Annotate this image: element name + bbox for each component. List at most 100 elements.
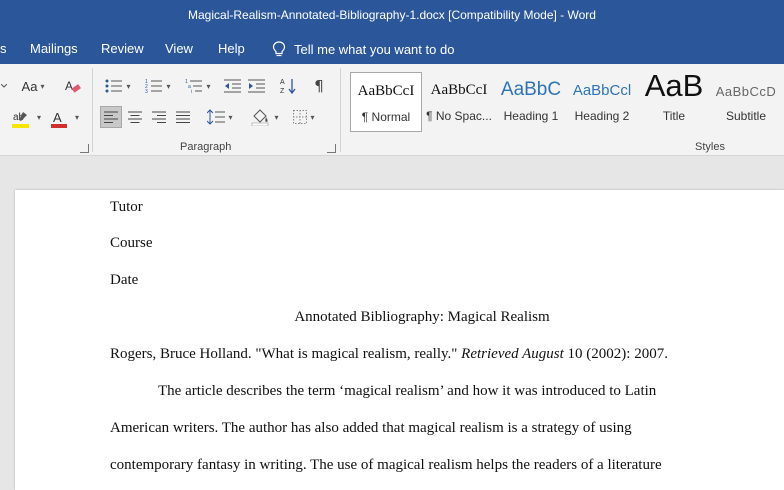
chevron-down-icon: ▾ <box>40 81 45 91</box>
sort-az-icon: A Z <box>280 79 296 95</box>
bullet-list-icon <box>105 79 123 93</box>
window-title: Magical-Realism-Annotated-Bibliography-1… <box>188 8 596 22</box>
doc-citation[interactable]: Rogers, Bruce Holland. "What is magical … <box>110 346 668 363</box>
multilevel-list-button[interactable]: 1 a i ▾ <box>180 76 216 96</box>
doc-heading[interactable]: Annotated Bibliography: Magical Realism <box>15 309 784 326</box>
citation-journal: Retrieved August <box>461 346 564 362</box>
highlighter-icon: ab <box>12 112 29 128</box>
tab-partial[interactable]: s <box>0 41 7 56</box>
svg-text:Z: Z <box>280 88 285 95</box>
font-color-button[interactable]: A <box>48 108 70 130</box>
citation-volume: 10 (2002): 2007. <box>563 346 668 362</box>
font-size-dropdown[interactable] <box>0 78 8 94</box>
decrease-indent-icon <box>224 79 241 93</box>
doc-paragraph-line[interactable]: contemporary fantasy in writing. The use… <box>110 457 662 474</box>
sort-button[interactable]: A Z <box>278 76 300 96</box>
style-label: ¶ Normal <box>361 110 411 124</box>
style-normal[interactable]: AaBbCcI ¶ Normal <box>350 72 422 132</box>
paragraph-group-label: Paragraph <box>180 141 232 153</box>
font-color-icon: A <box>51 110 67 128</box>
text-highlight-button[interactable]: ab <box>8 108 34 130</box>
svg-text:3: 3 <box>145 89 148 94</box>
borders-icon <box>293 110 308 124</box>
chevron-down-icon: ▾ <box>166 81 171 91</box>
paint-bucket-icon <box>252 109 269 126</box>
style-no-spacing[interactable]: AaBbCcI ¶ No Spac... <box>423 72 495 132</box>
line-spacing-icon <box>207 109 226 125</box>
doc-line-tutor[interactable]: Tutor <box>110 199 143 216</box>
title-bar: Magical-Realism-Annotated-Bibliography-1… <box>0 0 784 34</box>
numbering-button[interactable]: 1 2 3 ▾ <box>140 76 176 96</box>
line-spacing-button[interactable]: ▾ <box>204 106 236 128</box>
change-case-button[interactable]: Aa ▾ <box>18 76 48 96</box>
align-center-icon <box>128 111 142 123</box>
svg-text:A: A <box>280 79 285 86</box>
show-hide-marks-button[interactable]: ¶ <box>308 76 330 96</box>
style-heading-2[interactable]: AaBbCcl Heading 2 <box>567 72 637 132</box>
shading-button[interactable]: ▾ <box>248 106 282 128</box>
font-dialog-launcher[interactable] <box>80 144 89 153</box>
justify-button[interactable] <box>172 106 194 128</box>
style-subtitle[interactable]: AaBbCcD Subtitle <box>711 72 781 132</box>
style-sample: AaBbCcD <box>715 84 777 99</box>
align-left-icon <box>104 111 118 123</box>
clear-formatting-icon: A <box>65 79 81 93</box>
bullets-button[interactable]: ▾ <box>100 76 136 96</box>
increase-indent-button[interactable] <box>246 76 268 96</box>
lightbulb-icon <box>272 41 286 57</box>
citation-author-title: Rogers, Bruce Holland. "What is magical … <box>110 346 462 362</box>
document-page[interactable]: Tutor Course Date Annotated Bibliography… <box>15 190 784 490</box>
chevron-down-icon: ▾ <box>310 112 315 122</box>
svg-text:A: A <box>65 79 73 93</box>
chevron-down-icon[interactable]: ▾ <box>75 113 79 122</box>
style-sample: AaBbCcI <box>357 83 415 99</box>
paragraph-dialog-launcher[interactable] <box>327 144 336 153</box>
tell-me-text: Tell me what you want to do <box>294 41 455 57</box>
align-left-button[interactable] <box>100 106 122 128</box>
chevron-down-icon[interactable]: ▾ <box>37 113 41 122</box>
align-right-icon <box>152 111 166 123</box>
multilevel-list-icon: 1 a i <box>185 79 203 94</box>
justify-icon <box>176 111 190 123</box>
style-label: Title <box>662 109 686 123</box>
tab-help[interactable]: Help <box>218 41 245 56</box>
styles-group-label: Styles <box>695 141 725 153</box>
style-heading-1[interactable]: AaBbC Heading 1 <box>496 72 566 132</box>
align-right-button[interactable] <box>148 106 170 128</box>
doc-line-date[interactable]: Date <box>110 272 138 289</box>
style-label: Heading 1 <box>503 109 559 123</box>
decrease-indent-button[interactable] <box>222 76 244 96</box>
style-title[interactable]: AaB Title <box>638 68 710 132</box>
ribbon-separator <box>340 68 341 152</box>
chevron-down-icon: ▾ <box>126 81 131 91</box>
clear-formatting-button[interactable]: A <box>62 76 84 96</box>
numbered-list-icon: 1 2 3 <box>145 79 163 94</box>
document-area[interactable]: Tutor Course Date Annotated Bibliography… <box>0 157 784 490</box>
chevron-down-icon: ▾ <box>228 112 233 122</box>
style-label: Heading 2 <box>574 109 630 123</box>
svg-text:i: i <box>191 89 192 94</box>
doc-paragraph-line[interactable]: American writers. The author has also ad… <box>110 420 632 437</box>
chevron-down-icon: ▾ <box>206 81 211 91</box>
borders-button[interactable]: ▾ <box>288 106 320 128</box>
change-case-icon: Aa <box>21 78 38 94</box>
style-sample: AaB <box>644 68 704 103</box>
chevron-down-icon: ▾ <box>274 112 279 122</box>
tell-me-box[interactable]: Tell me what you want to do <box>272 41 454 57</box>
align-center-button[interactable] <box>124 106 146 128</box>
increase-indent-icon <box>248 79 265 93</box>
style-sample: AaBbCcl <box>572 82 632 99</box>
ribbon-tabs: s Mailings Review View Help Tell me what… <box>0 34 784 64</box>
style-sample: AaBbC <box>500 79 562 100</box>
style-label: Subtitle <box>725 109 767 123</box>
ribbon: Aa ▾ A ab ▾ A ▾ ▾ 1 2 3 ▾ 1 a i ▾ A Z ¶ … <box>0 64 784 156</box>
doc-line-course[interactable]: Course <box>110 235 153 252</box>
doc-paragraph-line[interactable]: The article describes the term ‘magical … <box>158 383 656 400</box>
tab-review[interactable]: Review <box>101 41 144 56</box>
tab-view[interactable]: View <box>165 41 193 56</box>
style-sample: AaBbCcI <box>430 82 488 98</box>
svg-text:A: A <box>53 110 62 125</box>
tab-mailings[interactable]: Mailings <box>30 41 78 56</box>
pilcrow-icon: ¶ <box>314 77 324 95</box>
ribbon-separator <box>92 68 93 152</box>
